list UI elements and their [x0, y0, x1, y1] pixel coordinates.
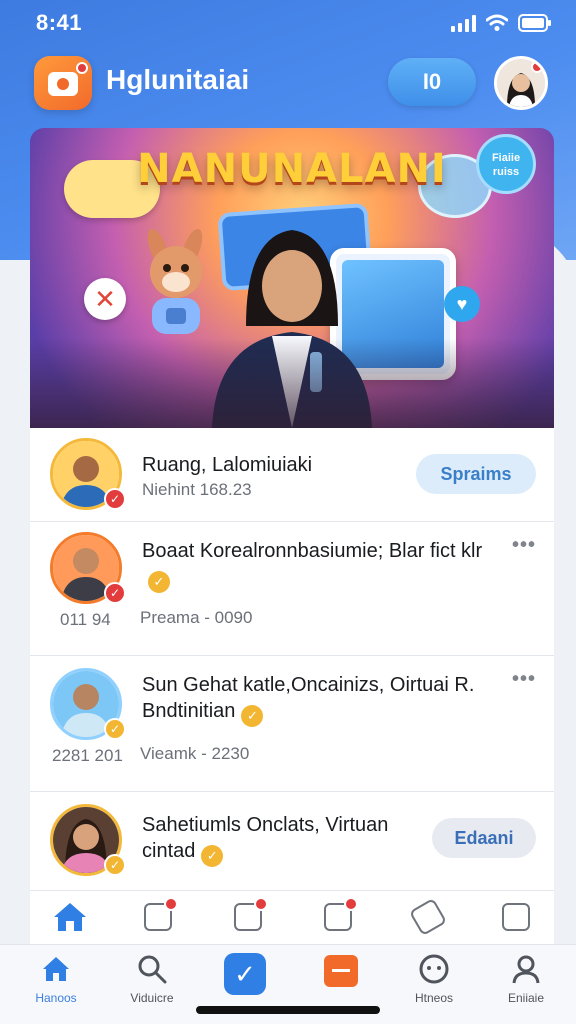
- list-item-title: Boaat Korealronnbasiumie; Blar fict klr ✓: [142, 538, 492, 593]
- banner-badge: Fiaiie ruiss: [476, 134, 536, 194]
- crowd-silhouette: [30, 338, 554, 428]
- notification-dot: [76, 62, 88, 74]
- status-time: 8:41: [36, 10, 83, 35]
- avatar-status-badge: ✓: [104, 854, 126, 876]
- verified-icon: ✓: [148, 571, 170, 593]
- home-icon[interactable]: [52, 901, 88, 933]
- app-logo[interactable]: [34, 56, 92, 110]
- signal-icon: [451, 14, 476, 32]
- nav-label: Hanoos: [35, 991, 77, 1005]
- home-icon: [40, 953, 72, 985]
- avatar-status-badge: ✓: [104, 718, 126, 740]
- list-item-title: Sun Gehat katle,Oncainizs, Oirtuai R. Bn…: [142, 672, 502, 727]
- channel-list: ✓ Ruang, Lalomiuiaki Niehint 168.23 Spra…: [30, 428, 554, 890]
- list-item[interactable]: ✓ Ruang, Lalomiuiaki Niehint 168.23 Spra…: [30, 428, 554, 522]
- list-item-title-text: Sun Gehat katle,Oncainizs, Oirtuai R. Bn…: [142, 674, 475, 722]
- close-box-icon[interactable]: [234, 897, 268, 931]
- profile-avatar[interactable]: [494, 56, 548, 110]
- status-icons: [451, 14, 552, 32]
- status-bar: 8:41: [0, 0, 576, 48]
- twitter-icon: ♥: [444, 286, 480, 322]
- app-header: Hglunitaiai I0: [0, 52, 576, 116]
- subscribe-button[interactable]: Spraims: [416, 454, 536, 494]
- edit-button[interactable]: Edaani: [432, 818, 536, 858]
- list-item-subtitle: Preama - 0090: [140, 608, 253, 627]
- list-item-title: Ruang, Lalomiuiaki: [142, 454, 313, 476]
- list-item-title-text: Boaat Korealronnbasiumie; Blar fict klr: [142, 540, 483, 562]
- nav-games[interactable]: Htneos: [394, 953, 474, 1005]
- more-options-icon[interactable]: •••: [512, 668, 536, 691]
- header-action-button[interactable]: I0: [388, 58, 476, 106]
- more-options-icon[interactable]: •••: [512, 534, 536, 557]
- avatar-status-badge: ✓: [104, 488, 126, 510]
- profile-icon: [510, 953, 542, 985]
- list-item[interactable]: ✓ Sun Gehat katle,Oncainizs, Oirtuai R. …: [30, 656, 554, 792]
- camera-icon[interactable]: [502, 903, 530, 931]
- list-item[interactable]: ✓ Boaat Korealronnbasiumie; Blar fict kl…: [30, 522, 554, 656]
- list-item-subtitle: Niehint 168.23: [142, 480, 252, 499]
- list-item-meta: 011 94: [60, 610, 111, 629]
- list-item-title-text: Sahetiumls Onclats, Virtuan cintad: [142, 814, 389, 862]
- nav-search[interactable]: Viduicre: [112, 953, 192, 1005]
- check-icon[interactable]: ✓: [224, 953, 266, 995]
- banner-close-icon[interactable]: ✕: [84, 278, 126, 320]
- nav-label: Htneos: [414, 991, 454, 1005]
- search-icon: [136, 953, 168, 985]
- game-controller-icon: [418, 953, 450, 985]
- wallet-icon[interactable]: [324, 897, 358, 931]
- verified-icon: ✓: [241, 705, 264, 727]
- nav-label: Eniiaie: [507, 991, 545, 1005]
- list-icon[interactable]: [144, 897, 178, 931]
- promo-banner[interactable]: NANUNALANI Fiaiie ruiss ✕ ♥: [30, 128, 554, 428]
- list-item[interactable]: ✓ Sahetiumls Onclats, Virtuan cintad ✓ Ed…: [30, 792, 554, 890]
- camera-icon: [48, 72, 78, 96]
- chat-icon[interactable]: [324, 955, 358, 987]
- secondary-toolbar: [30, 890, 554, 944]
- list-item-meta: 2281 201: [52, 746, 123, 765]
- tag-icon[interactable]: [408, 897, 448, 937]
- wifi-icon: [486, 14, 508, 32]
- avatar-status-badge: ✓: [104, 582, 126, 604]
- nav-label: Viduicre: [130, 991, 174, 1005]
- nav-profile[interactable]: Eniiaie: [486, 953, 566, 1005]
- list-item-title: Sahetiumls Onclats, Virtuan cintad ✓: [142, 812, 442, 867]
- list-item-subtitle: Vieamk - 2230: [140, 744, 250, 763]
- home-indicator[interactable]: [196, 1006, 380, 1014]
- banner-title: NANUNALANI: [137, 146, 447, 192]
- battery-icon: [518, 14, 552, 32]
- nav-home[interactable]: Hanoos: [16, 953, 96, 1005]
- verified-icon: ✓: [201, 845, 224, 867]
- app-title: Hglunitaiai: [106, 64, 250, 95]
- profile-badge: [531, 61, 543, 73]
